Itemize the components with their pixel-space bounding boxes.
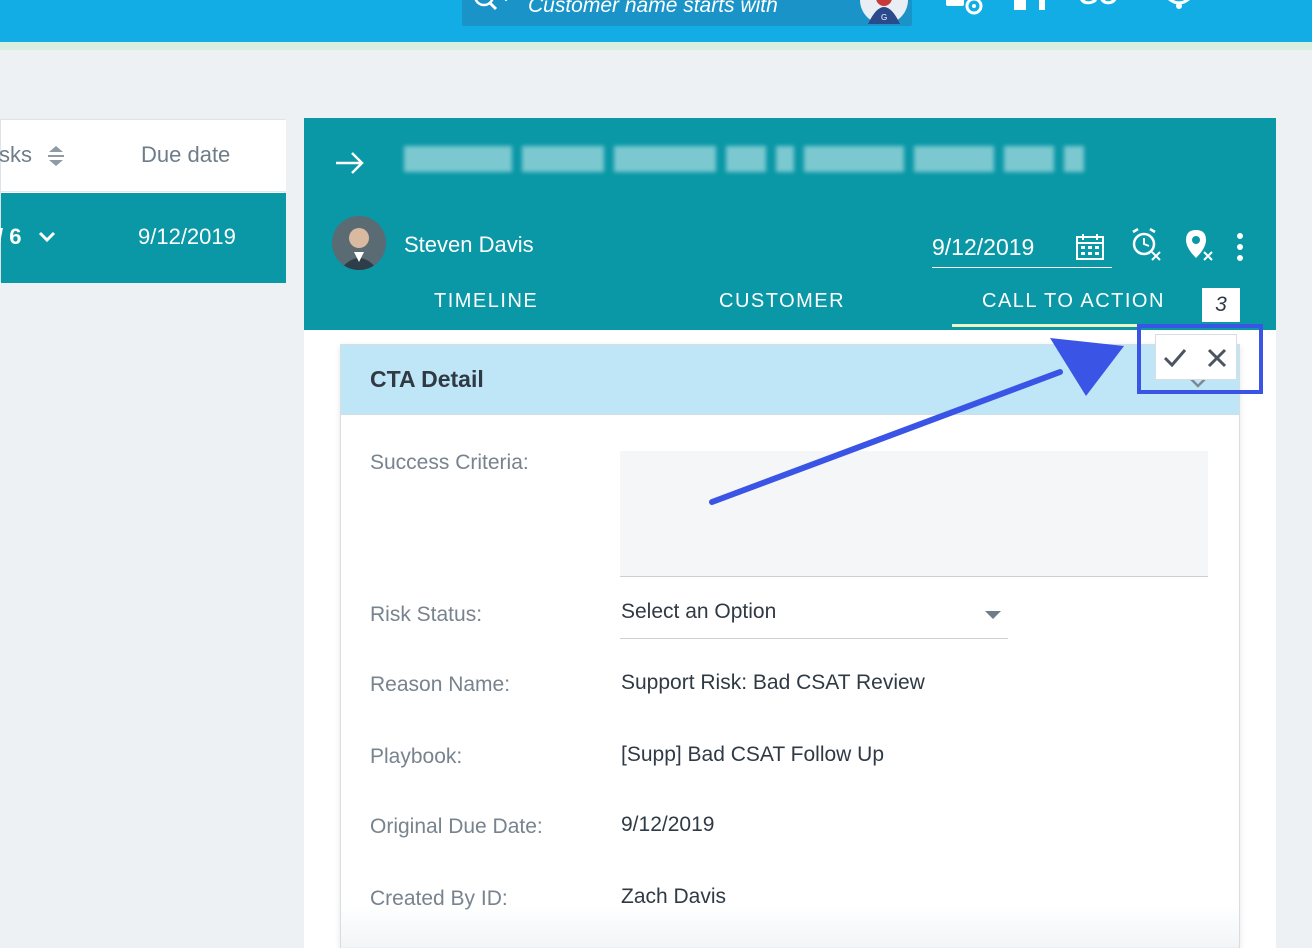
go-label-icon[interactable]: GO [1078,0,1132,16]
more-options-icon[interactable] [1234,232,1246,262]
svg-text:G: G [881,13,887,22]
risk-status-select[interactable]: Select an Option [620,597,1008,639]
original-due-date-value: 9/12/2019 [621,813,715,836]
tab-timeline[interactable]: TIMELINE [434,290,538,313]
search-placeholder[interactable]: Customer name starts with [528,0,778,18]
playbook-value[interactable]: [Supp] Bad CSAT Follow Up [621,743,884,767]
table-row[interactable]: / 6 9/12/2019 [0,193,286,283]
original-due-date-label: Original Due Date: [370,815,543,838]
cta-count-badge: 3 [1202,288,1240,322]
reason-name-value: Support Risk: Bad CSAT Review [621,671,925,694]
close-icon[interactable] [1238,0,1272,16]
search-icon[interactable] [472,0,512,12]
success-criteria-label: Success Criteria: [370,451,529,474]
row-due-date: 9/12/2019 [138,224,236,249]
cta-detail-title: CTA Detail [370,366,484,392]
user-avatar[interactable]: G [856,0,912,24]
risk-status-value[interactable]: Select an Option [621,600,776,624]
cta-detail-card-header[interactable]: CTA Detail [341,345,1239,415]
column-header-due-date[interactable]: Due date [141,142,230,168]
go-label: GO [1078,0,1118,10]
topbar-accent-strip [0,42,1312,50]
sort-icon[interactable] [45,143,67,169]
cta-owner-name[interactable]: Steven Davis [404,232,534,258]
playbook-label: Playbook: [370,745,463,768]
cta-list-panel: sks Due date / 6 9/12/2019 [0,119,286,283]
people-icon[interactable] [1008,0,1052,16]
column-header-tasks[interactable]: sks [0,142,32,168]
due-date-value[interactable]: 9/12/2019 [932,234,1034,261]
tab-customer[interactable]: CUSTOMER [719,290,845,313]
success-criteria-input[interactable] [620,451,1208,577]
cta-list-header: sks Due date [0,120,286,192]
location-remove-icon[interactable] [1184,228,1214,262]
reason-name-label: Reason Name: [370,673,511,696]
bell-icon[interactable] [1162,0,1196,16]
cta-detail-panel: Steven Davis 9/12/2019 TIMELINE CUSTOMER… [304,118,1276,948]
customer-search[interactable]: Customer name starts with [462,0,912,26]
cta-detail-card: CTA Detail Success Criteria: Risk Status… [340,344,1240,948]
chevron-down-icon[interactable] [37,229,57,245]
row-tasks-count: / 6 [0,224,22,249]
scroll-fade [341,905,1239,948]
calendar-icon[interactable] [1074,232,1106,262]
top-bar: Customer name starts with G GO [0,0,1312,42]
avatar [332,216,386,270]
annotation-highlight-box [1137,324,1263,394]
blurred-cta-title [404,146,1094,177]
arrow-right-icon[interactable] [334,150,366,176]
cta-detail-header: Steven Davis 9/12/2019 TIMELINE CUSTOMER… [304,118,1276,330]
caret-down-icon[interactable] [984,609,1002,621]
snooze-alarm-icon[interactable] [1130,228,1162,262]
due-date-picker[interactable]: 9/12/2019 [932,232,1112,268]
risk-status-label: Risk Status: [370,603,483,626]
settings-lock-icon[interactable] [944,0,984,16]
tab-call-to-action[interactable]: CALL TO ACTION [982,290,1165,313]
